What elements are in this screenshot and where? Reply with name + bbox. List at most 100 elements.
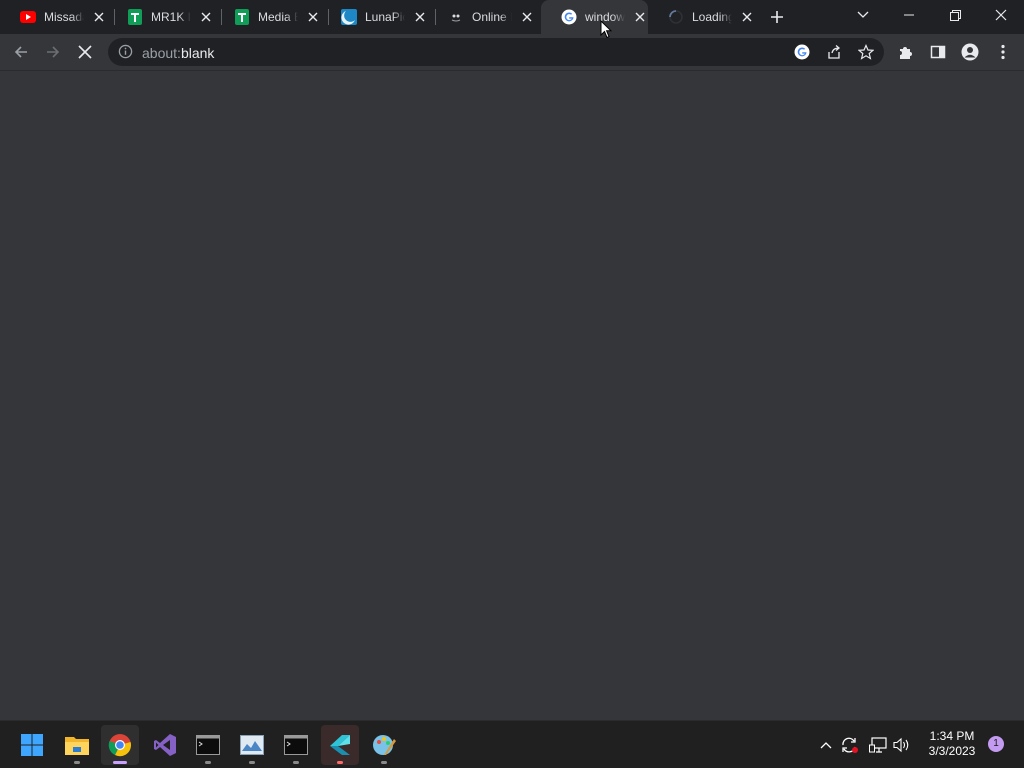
tab-close-icon[interactable] — [740, 9, 755, 25]
tab-mr1k[interactable]: MR1K In — [107, 0, 214, 34]
tab-close-icon[interactable] — [413, 9, 428, 25]
new-tab-button[interactable] — [767, 7, 787, 27]
close-window-button[interactable] — [978, 0, 1024, 30]
online-icon — [448, 9, 464, 25]
chrome-icon — [108, 734, 131, 757]
taskbar-photos[interactable] — [233, 725, 271, 765]
volume-button[interactable] — [892, 733, 912, 757]
show-hidden-icons-button[interactable] — [816, 733, 836, 757]
tab-window[interactable]: window — [541, 0, 648, 34]
chevron-up-icon — [820, 742, 832, 749]
arrow-right-icon — [47, 46, 60, 58]
plus-icon — [771, 11, 783, 23]
taskbar-terminal-2[interactable] — [277, 725, 315, 765]
mouse-cursor-icon — [600, 19, 613, 44]
address-bar[interactable]: about:blank — [108, 38, 884, 66]
taskbar: 1:34 PM 3/3/2023 — [0, 720, 1024, 768]
terminal-icon — [284, 735, 308, 755]
tab-title: Online I — [472, 10, 512, 24]
close-icon — [78, 45, 92, 59]
start-button[interactable] — [13, 725, 51, 765]
file-explorer-icon — [65, 737, 89, 755]
forward-button[interactable] — [40, 39, 66, 65]
running-indicator — [293, 761, 299, 764]
sheets-icon — [127, 9, 143, 25]
tab-title: Missada — [44, 10, 84, 24]
tab-loading[interactable]: Loading — [648, 0, 755, 34]
lunapic-icon — [341, 9, 357, 25]
side-panel-button[interactable] — [925, 39, 951, 65]
taskbar-chrome[interactable] — [101, 725, 139, 765]
tab-title: MR1K In — [151, 10, 191, 24]
close-icon — [995, 9, 1007, 21]
profile-button[interactable] — [957, 39, 983, 65]
tab-media[interactable]: Media E — [214, 0, 321, 34]
tab-close-icon[interactable] — [306, 9, 321, 25]
restore-button[interactable] — [932, 0, 978, 30]
stop-loading-button[interactable] — [72, 39, 98, 65]
url-path: blank — [180, 45, 215, 61]
tab-search-button[interactable] — [840, 0, 886, 30]
tab-missada[interactable]: Missada — [0, 0, 107, 34]
network-icon — [869, 737, 887, 753]
youtube-icon — [20, 9, 36, 25]
running-indicator — [249, 761, 255, 764]
windows-start-icon — [21, 734, 43, 756]
tab-online[interactable]: Online I — [428, 0, 535, 34]
running-indicator — [337, 761, 343, 764]
notification-badge[interactable]: 1 — [988, 736, 1004, 752]
taskbar-visual-studio[interactable] — [146, 725, 184, 765]
paint-icon — [373, 735, 396, 755]
taskbar-file-explorer[interactable] — [58, 725, 96, 765]
tab-title: Loading — [692, 10, 732, 24]
side-panel-icon — [930, 45, 946, 59]
browser-toolbar: about:blank — [0, 34, 1024, 71]
tab-title: Media E — [258, 10, 298, 24]
taskbar-paint[interactable] — [365, 725, 403, 765]
running-indicator — [113, 761, 127, 764]
taskbar-terminal-1[interactable] — [189, 725, 227, 765]
clock-time: 1:34 PM — [929, 729, 975, 743]
minimize-icon — [904, 14, 914, 16]
tab-close-icon[interactable] — [520, 9, 535, 25]
page-content — [0, 71, 1024, 720]
more-vert-icon — [1001, 44, 1005, 60]
tab-close-icon[interactable] — [199, 9, 214, 25]
loading-spinner-icon — [668, 9, 684, 25]
restore-icon — [949, 9, 961, 21]
back-button[interactable] — [8, 39, 34, 65]
terminal-icon — [196, 735, 220, 755]
info-icon[interactable] — [118, 44, 133, 64]
chevron-down-icon — [857, 11, 869, 18]
taskbar-app[interactable] — [321, 725, 359, 765]
speaker-icon — [893, 737, 909, 753]
tab-strip: Missada MR1K In Media E LunaPic — [0, 0, 1024, 34]
share-icon[interactable] — [825, 43, 843, 61]
running-indicator — [74, 761, 80, 764]
network-button[interactable] — [868, 733, 888, 757]
app-icon — [330, 735, 350, 755]
visual-studio-icon — [154, 734, 176, 756]
minimize-button[interactable] — [886, 0, 932, 30]
extensions-button[interactable] — [893, 39, 919, 65]
tab-lunapic[interactable]: LunaPic — [321, 0, 428, 34]
sheets-icon — [234, 9, 250, 25]
clock-date: 3/3/2023 — [928, 744, 976, 758]
photos-icon — [240, 735, 264, 755]
puzzle-icon — [900, 47, 912, 59]
tab-title: LunaPic — [365, 10, 405, 24]
google-lens-icon[interactable] — [793, 43, 811, 61]
sync-status-button[interactable] — [840, 733, 860, 757]
running-indicator — [205, 761, 211, 764]
google-icon — [561, 9, 577, 25]
menu-button[interactable] — [990, 39, 1016, 65]
running-indicator — [381, 761, 387, 764]
avatar-icon — [961, 43, 979, 61]
tab-close-icon[interactable] — [633, 9, 648, 25]
taskbar-clock[interactable]: 1:34 PM 3/3/2023 — [918, 729, 986, 759]
url-scheme: about: — [142, 45, 181, 61]
url-text: about:blank — [142, 45, 214, 61]
bookmark-star-icon[interactable] — [857, 43, 875, 61]
tab-close-icon[interactable] — [92, 9, 107, 25]
arrow-left-icon — [14, 46, 27, 58]
